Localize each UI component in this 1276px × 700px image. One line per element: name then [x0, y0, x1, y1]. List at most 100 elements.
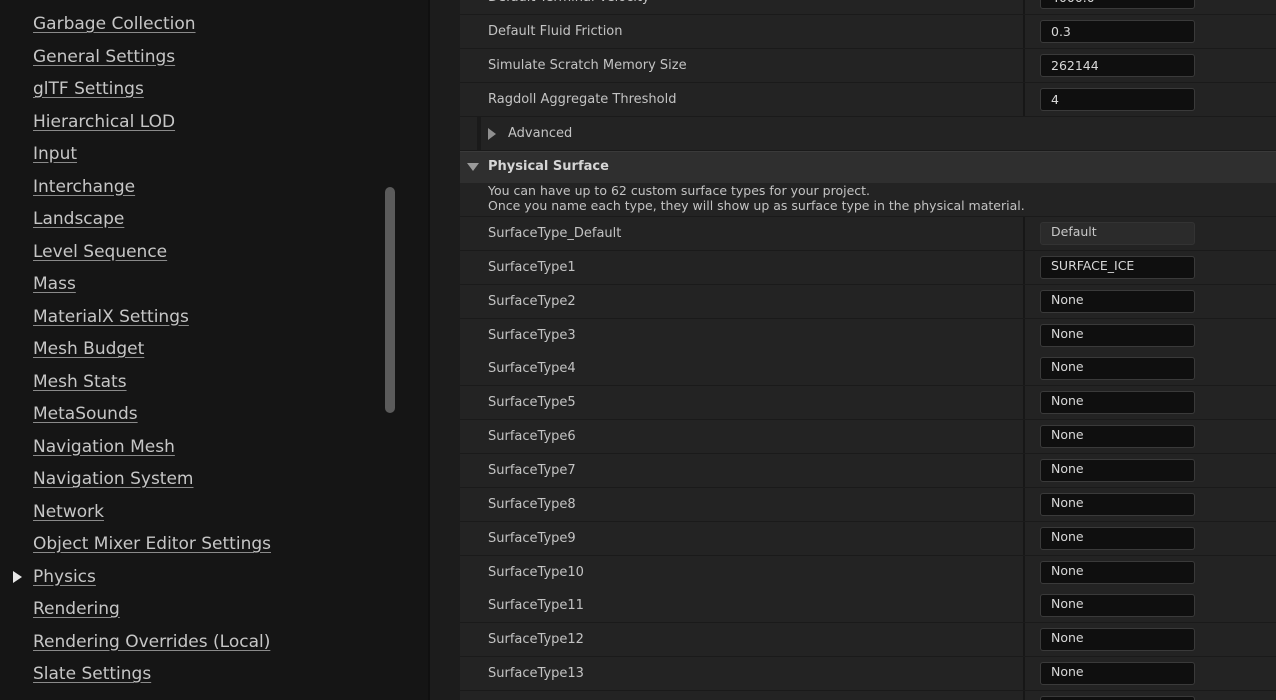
- column-splitter[interactable]: [1023, 83, 1025, 116]
- surface-name-input[interactable]: [1040, 695, 1195, 700]
- surface-type-row: [460, 690, 1276, 700]
- collapse-arrow-icon[interactable]: [467, 163, 479, 171]
- surface-type-row: SurfaceType8 None: [460, 487, 1276, 522]
- sidebar-item[interactable]: Mass: [33, 268, 76, 300]
- sidebar-item[interactable]: Landscape: [33, 203, 124, 235]
- property-row: Default Fluid Friction 0.3: [460, 15, 1276, 49]
- column-splitter[interactable]: [1023, 386, 1025, 420]
- sidebar-item[interactable]: Slate Settings: [33, 658, 151, 690]
- column-splitter[interactable]: [1023, 521, 1025, 555]
- surface-name-input[interactable]: None: [1040, 391, 1195, 415]
- column-splitter[interactable]: [1023, 284, 1025, 318]
- sidebar-item[interactable]: Rendering Overrides (Local): [33, 626, 270, 658]
- surface-type-row: SurfaceType3 None: [460, 318, 1276, 353]
- column-splitter[interactable]: [1023, 690, 1025, 700]
- surface-name-input[interactable]: None: [1040, 425, 1195, 449]
- property-name: SurfaceType10: [488, 564, 584, 580]
- surface-type-row: SurfaceType2 None: [460, 284, 1276, 319]
- surface-name-input[interactable]: None: [1040, 560, 1195, 584]
- advanced-label: Advanced: [508, 126, 573, 141]
- property-name: Simulate Scratch Memory Size: [488, 58, 687, 73]
- sidebar-item[interactable]: Garbage Collection: [33, 8, 196, 40]
- sidebar-item[interactable]: Navigation System: [33, 463, 194, 495]
- panel-splitter[interactable]: [428, 0, 460, 700]
- property-row: Ragdoll Aggregate Threshold 4: [460, 83, 1276, 117]
- numeric-input[interactable]: 0.3: [1040, 20, 1195, 43]
- column-splitter[interactable]: [1023, 623, 1025, 657]
- surface-name-input[interactable]: SURFACE_ICE: [1040, 255, 1195, 279]
- sidebar-item[interactable]: Hierarchical LOD: [33, 106, 175, 138]
- advanced-section-toggle[interactable]: Advanced: [460, 117, 1276, 151]
- property-name: SurfaceType5: [488, 395, 576, 411]
- sidebar-item[interactable]: Network: [33, 496, 104, 528]
- property-row: Default Terminal Velocity 4000.0: [460, 0, 1276, 15]
- surface-name-input[interactable]: None: [1040, 458, 1195, 482]
- numeric-input[interactable]: 4000.0: [1040, 0, 1195, 9]
- column-splitter[interactable]: [1023, 318, 1025, 352]
- description-line: Once you name each type, they will show …: [488, 198, 1025, 213]
- column-splitter[interactable]: [1023, 217, 1025, 250]
- column-splitter[interactable]: [1023, 352, 1025, 386]
- property-name: SurfaceType12: [488, 632, 584, 648]
- column-splitter[interactable]: [1023, 487, 1025, 521]
- column-splitter[interactable]: [1023, 15, 1025, 48]
- property-name: SurfaceType8: [488, 496, 576, 512]
- property-name: Default Terminal Velocity: [488, 0, 650, 14]
- property-name: SurfaceType7: [488, 462, 576, 478]
- column-splitter[interactable]: [1023, 453, 1025, 487]
- column-splitter[interactable]: [1023, 49, 1025, 82]
- numeric-input[interactable]: 262144: [1040, 54, 1195, 77]
- column-splitter[interactable]: [1023, 657, 1025, 691]
- category-header-physical-surface[interactable]: Physical Surface: [460, 151, 1276, 183]
- surface-name-input[interactable]: None: [1040, 323, 1195, 347]
- surface-type-row: SurfaceType13 None: [460, 657, 1276, 692]
- property-name: SurfaceType11: [488, 598, 584, 614]
- sidebar-item[interactable]: Level Sequence: [33, 236, 167, 268]
- sidebar-scrollbar[interactable]: [385, 187, 395, 413]
- property-name: Ragdoll Aggregate Threshold: [488, 92, 677, 107]
- sidebar-item[interactable]: MetaSounds: [33, 398, 138, 430]
- description-line: You can have up to 62 custom surface typ…: [488, 183, 871, 198]
- expand-arrow-icon[interactable]: [13, 570, 22, 583]
- sidebar-item[interactable]: Physics: [33, 561, 96, 593]
- surface-name-input[interactable]: None: [1040, 628, 1195, 652]
- sidebar-item[interactable]: Navigation Mesh: [33, 431, 175, 463]
- surface-type-row: SurfaceType10 None: [460, 555, 1276, 590]
- sidebar-item[interactable]: Mesh Budget: [33, 333, 144, 365]
- surface-type-row: SurfaceType7 None: [460, 453, 1276, 488]
- surface-type-row: SurfaceType6 None: [460, 420, 1276, 455]
- property-name: SurfaceType4: [488, 361, 576, 377]
- column-splitter[interactable]: [1023, 555, 1025, 589]
- surface-type-row: SurfaceType_Default Default: [460, 217, 1276, 251]
- column-splitter[interactable]: [1023, 0, 1025, 14]
- sidebar-item[interactable]: Input: [33, 138, 77, 170]
- settings-sidebar: Garbage Collection General Settings glTF S…: [0, 0, 428, 700]
- property-name: SurfaceType9: [488, 530, 576, 546]
- category-title: Physical Surface: [488, 159, 609, 174]
- sidebar-item[interactable]: MaterialX Settings: [33, 301, 189, 333]
- column-splitter[interactable]: [1023, 250, 1025, 284]
- surface-name-input[interactable]: None: [1040, 526, 1195, 550]
- property-name: SurfaceType13: [488, 666, 584, 682]
- surface-type-row: SurfaceType1 SURFACE_ICE: [460, 250, 1276, 285]
- readonly-value: Default: [1040, 222, 1195, 245]
- sidebar-item[interactable]: glTF Settings: [33, 73, 144, 105]
- indent-bar: [477, 117, 481, 150]
- surface-name-input[interactable]: None: [1040, 594, 1195, 618]
- surface-name-input[interactable]: None: [1040, 662, 1195, 686]
- sidebar-item[interactable]: General Settings: [33, 41, 175, 73]
- column-splitter[interactable]: [1023, 420, 1025, 454]
- sidebar-item[interactable]: Rendering: [33, 593, 120, 625]
- surface-type-row: SurfaceType4 None: [460, 352, 1276, 387]
- surface-name-input[interactable]: None: [1040, 289, 1195, 313]
- sidebar-item[interactable]: Object Mixer Editor Settings: [33, 528, 271, 560]
- details-panel: Default Terminal Velocity 4000.0 Default F…: [460, 0, 1276, 700]
- sidebar-item[interactable]: Mesh Stats: [33, 366, 127, 398]
- expand-arrow-icon[interactable]: [488, 128, 496, 140]
- numeric-input[interactable]: 4: [1040, 88, 1195, 111]
- property-name: SurfaceType6: [488, 429, 576, 445]
- column-splitter[interactable]: [1023, 589, 1025, 623]
- sidebar-item[interactable]: Interchange: [33, 171, 135, 203]
- surface-name-input[interactable]: None: [1040, 357, 1195, 381]
- surface-name-input[interactable]: None: [1040, 492, 1195, 516]
